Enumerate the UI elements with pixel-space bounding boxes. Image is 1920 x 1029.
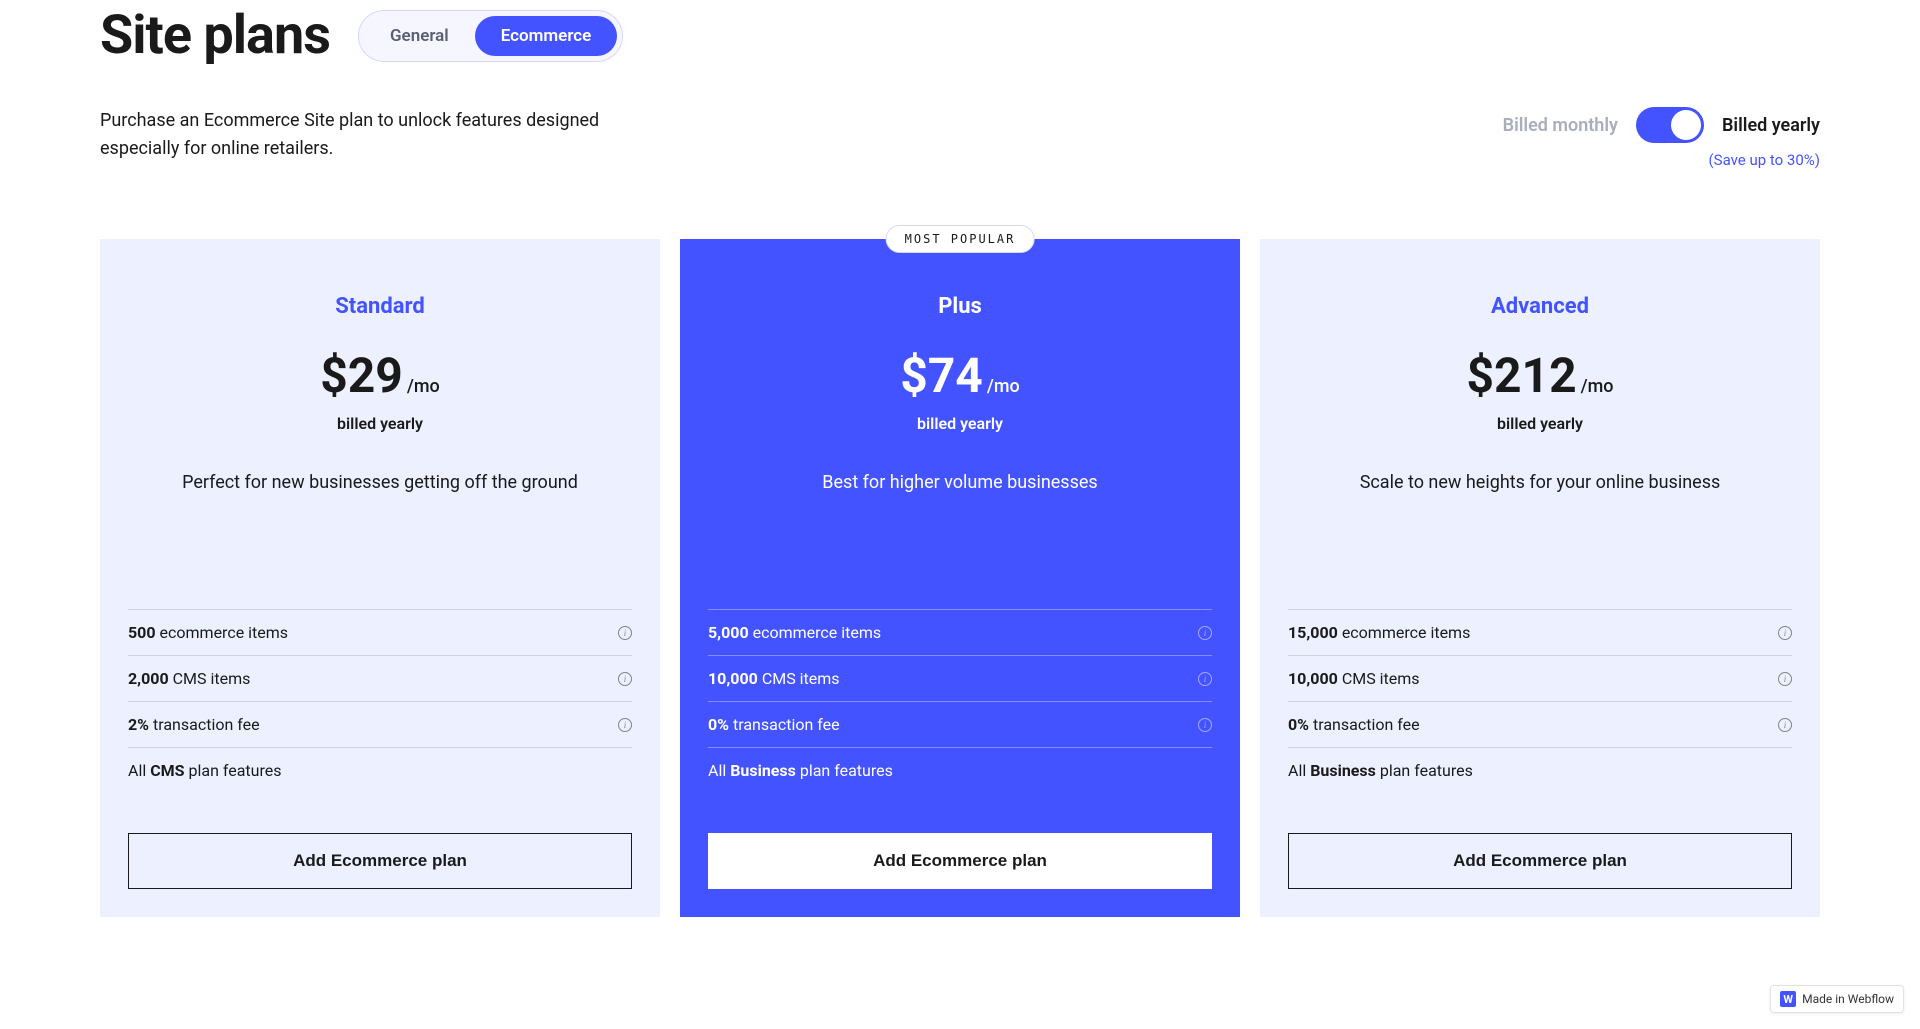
plan-per: /mo (407, 376, 440, 397)
feature-row: All Business plan features (1288, 747, 1792, 793)
plan-features: 500 ecommerce items i 2,000 CMS items i … (128, 609, 632, 793)
feature-text: 5,000 ecommerce items (708, 623, 881, 642)
plan-features: 5,000 ecommerce items i 10,000 CMS items… (708, 609, 1212, 793)
feature-text: 10,000 CMS items (708, 669, 840, 688)
feature-row: All Business plan features (708, 747, 1212, 793)
feature-text: 2,000 CMS items (128, 669, 250, 688)
billing-switch-group: Billed monthly Billed yearly (Save up to… (1503, 107, 1820, 169)
info-icon[interactable]: i (618, 626, 632, 640)
add-plan-button[interactable]: Add Ecommerce plan (128, 833, 632, 889)
page-title: Site plans (100, 4, 330, 67)
toggle-knob (1671, 110, 1701, 140)
billing-save-note: (Save up to 30%) (1709, 151, 1820, 169)
feature-text: 0% transaction fee (1288, 715, 1420, 734)
plan-name: Advanced (1288, 294, 1792, 319)
feature-text: All Business plan features (708, 761, 893, 780)
plan-price-row: $74/mo (708, 347, 1212, 404)
info-icon[interactable]: i (1778, 672, 1792, 686)
plan-per: /mo (1581, 376, 1614, 397)
plan-name: Plus (708, 294, 1212, 319)
feature-text: 10,000 CMS items (1288, 669, 1420, 688)
info-icon[interactable]: i (1198, 626, 1212, 640)
plan-billed-note: billed yearly (128, 414, 632, 433)
plan-card-plus: MOST POPULAR Plus $74/mo billed yearly B… (680, 239, 1240, 917)
feature-text: 2% transaction fee (128, 715, 260, 734)
feature-row: 2% transaction fee i (128, 701, 632, 747)
plan-billed-note: billed yearly (1288, 414, 1792, 433)
plan-price: $29 (320, 347, 403, 404)
tab-ecommerce[interactable]: Ecommerce (475, 16, 618, 56)
feature-row: 500 ecommerce items i (128, 609, 632, 655)
feature-row: 0% transaction fee i (1288, 701, 1792, 747)
most-popular-badge: MOST POPULAR (886, 225, 1035, 253)
feature-text: 0% transaction fee (708, 715, 840, 734)
info-icon[interactable]: i (1778, 626, 1792, 640)
feature-row: 10,000 CMS items i (708, 655, 1212, 701)
feature-row: 15,000 ecommerce items i (1288, 609, 1792, 655)
feature-text: All Business plan features (1288, 761, 1473, 780)
info-icon[interactable]: i (1198, 718, 1212, 732)
add-plan-button[interactable]: Add Ecommerce plan (708, 833, 1212, 889)
info-icon[interactable]: i (1198, 672, 1212, 686)
feature-row: 10,000 CMS items i (1288, 655, 1792, 701)
feature-row: All CMS plan features (128, 747, 632, 793)
plan-description: Best for higher volume businesses (708, 469, 1212, 539)
info-icon[interactable]: i (1778, 718, 1792, 732)
plan-price: $212 (1466, 347, 1576, 404)
feature-row: 5,000 ecommerce items i (708, 609, 1212, 655)
feature-row: 0% transaction fee i (708, 701, 1212, 747)
plan-billed-note: billed yearly (708, 414, 1212, 433)
feature-row: 2,000 CMS items i (128, 655, 632, 701)
webflow-badge-text: Made in Webflow (1802, 992, 1894, 1006)
plans-grid: Standard $29/mo billed yearly Perfect fo… (100, 239, 1820, 917)
page-description: Purchase an Ecommerce Site plan to unloc… (100, 107, 680, 163)
plan-name: Standard (128, 294, 632, 319)
webflow-logo-icon: W (1780, 991, 1796, 1007)
plan-price-row: $29/mo (128, 347, 632, 404)
billing-toggle[interactable] (1636, 107, 1704, 143)
feature-text: 15,000 ecommerce items (1288, 623, 1470, 642)
plan-description: Scale to new heights for your online bus… (1288, 469, 1792, 539)
plan-features: 15,000 ecommerce items i 10,000 CMS item… (1288, 609, 1792, 793)
feature-text: All CMS plan features (128, 761, 282, 780)
plan-type-tabs: General Ecommerce (358, 10, 623, 62)
plan-per: /mo (987, 376, 1020, 397)
plan-card-advanced: Advanced $212/mo billed yearly Scale to … (1260, 239, 1820, 917)
info-icon[interactable]: i (618, 718, 632, 732)
tab-general[interactable]: General (364, 16, 475, 56)
plan-price: $74 (900, 347, 983, 404)
plan-price-row: $212/mo (1288, 347, 1792, 404)
plan-description: Perfect for new businesses getting off t… (128, 469, 632, 539)
billing-yearly-label[interactable]: Billed yearly (1722, 115, 1820, 136)
add-plan-button[interactable]: Add Ecommerce plan (1288, 833, 1792, 889)
info-icon[interactable]: i (618, 672, 632, 686)
plan-card-standard: Standard $29/mo billed yearly Perfect fo… (100, 239, 660, 917)
billing-monthly-label[interactable]: Billed monthly (1503, 115, 1618, 136)
webflow-badge[interactable]: W Made in Webflow (1770, 985, 1904, 1013)
feature-text: 500 ecommerce items (128, 623, 288, 642)
